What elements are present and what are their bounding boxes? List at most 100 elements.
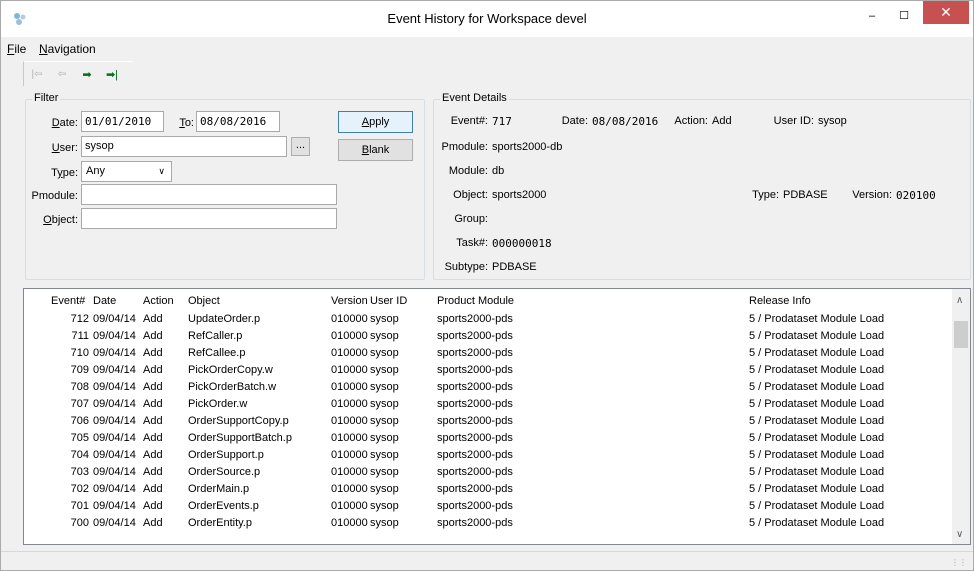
cell-version: 010000 — [331, 517, 368, 529]
minimize-button[interactable]: – — [855, 1, 889, 30]
cell-user-id: sysop — [370, 398, 399, 410]
menu-navigation[interactable]: Navigation — [39, 42, 96, 56]
col-header-release-info[interactable]: Release Info — [749, 295, 811, 307]
last-record-button[interactable]: ➡| — [104, 67, 120, 81]
cell-version: 010000 — [331, 432, 368, 444]
object-field[interactable] — [81, 208, 337, 229]
cell-user-id: sysop — [370, 466, 399, 478]
col-header-user-id[interactable]: User ID — [370, 295, 407, 307]
pmodule-detail-label: Pmodule: — [441, 141, 488, 153]
cell-product-module: sports2000-pds — [437, 483, 513, 495]
table-row[interactable]: 702 09/04/14 Add OrderMain.p 010000 sysop spor… — [24, 483, 949, 500]
cell-action: Add — [143, 381, 163, 393]
col-header-event[interactable]: Event# — [51, 295, 85, 307]
scroll-up-icon[interactable]: ∧ — [956, 295, 963, 306]
close-button[interactable]: ✕ — [923, 1, 969, 24]
cell-version: 010000 — [331, 364, 368, 376]
date-from-field[interactable]: 01/01/2010 — [81, 111, 164, 132]
table-row[interactable]: 703 09/04/14 Add OrderSource.p 010000 sysop sp… — [24, 466, 949, 483]
cell-release-info: 5 / Prodataset Module Load — [749, 347, 885, 359]
object-detail-label: Object: — [453, 189, 488, 201]
table-row[interactable]: 705 09/04/14 Add OrderSupportBatch.p 010000 s… — [24, 432, 949, 449]
table-row[interactable]: 711 09/04/14 Add RefCaller.p 010000 sysop spor… — [24, 330, 949, 347]
cell-action: Add — [143, 517, 163, 529]
cell-object: OrderSource.p — [188, 466, 261, 478]
event-number-value: 717 — [492, 115, 512, 128]
cell-event: 704 — [70, 449, 89, 461]
table-row[interactable]: 700 09/04/14 Add OrderEntity.p 010000 sysop sp… — [24, 517, 949, 534]
version-value: 020100 — [896, 189, 936, 202]
subtype-value: PDBASE — [492, 261, 537, 273]
cell-product-module: sports2000-pds — [437, 330, 513, 342]
pmodule-field[interactable] — [81, 184, 337, 205]
table-row[interactable]: 701 09/04/14 Add OrderEvents.p 010000 sysop sp… — [24, 500, 949, 517]
cell-object: OrderSupportBatch.p — [188, 432, 292, 444]
table-row[interactable]: 710 09/04/14 Add RefCallee.p 010000 sysop spor… — [24, 347, 949, 364]
cell-product-module: sports2000-pds — [437, 449, 513, 461]
cell-date: 09/04/14 — [93, 381, 136, 393]
menu-file[interactable]: File — [7, 42, 26, 56]
filter-group-label: Filter — [32, 92, 61, 104]
first-icon: |⇦ — [31, 68, 43, 80]
cell-product-module: sports2000-pds — [437, 398, 513, 410]
event-list[interactable]: Event# Date Action Object Version User I… — [23, 288, 971, 545]
cell-user-id: sysop — [370, 415, 399, 427]
task-number-value: 000000018 — [492, 237, 552, 250]
scroll-down-icon[interactable]: ∨ — [956, 529, 963, 540]
col-header-object[interactable]: Object — [188, 295, 220, 307]
cell-version: 010000 — [331, 466, 368, 478]
type-select[interactable]: Any ∨ — [81, 161, 172, 182]
next-record-button[interactable]: ➡ — [79, 67, 95, 81]
table-row[interactable]: 706 09/04/14 Add OrderSupportCopy.p 010000 sy… — [24, 415, 949, 432]
cell-object: UpdateOrder.p — [188, 313, 261, 325]
col-header-date[interactable]: Date — [93, 295, 116, 307]
cell-product-module: sports2000-pds — [437, 432, 513, 444]
type-label: Type: — [51, 167, 78, 179]
cell-action: Add — [143, 483, 163, 495]
cell-user-id: sysop — [370, 330, 399, 342]
date-to-field[interactable]: 08/08/2016 — [196, 111, 280, 132]
previous-record-button[interactable]: ⇦ — [54, 67, 70, 81]
table-row[interactable]: 709 09/04/14 Add PickOrderCopy.w 010000 sysop… — [24, 364, 949, 381]
cell-date: 09/04/14 — [93, 500, 136, 512]
cell-event: 709 — [70, 364, 89, 376]
cell-object: PickOrderBatch.w — [188, 381, 277, 393]
cell-action: Add — [143, 415, 163, 427]
cell-action: Add — [143, 364, 163, 376]
user-label: User: — [51, 142, 78, 154]
table-row[interactable]: 704 09/04/14 Add OrderSupport.p 010000 sysop s… — [24, 449, 949, 466]
maximize-button[interactable]: ☐ — [887, 1, 921, 30]
blank-button[interactable]: Blank — [338, 139, 413, 161]
cell-date: 09/04/14 — [93, 330, 136, 342]
user-field[interactable]: sysop — [81, 136, 287, 157]
cell-release-info: 5 / Prodataset Module Load — [749, 364, 885, 376]
col-header-action[interactable]: Action — [143, 295, 174, 307]
cell-release-info: 5 / Prodataset Module Load — [749, 483, 885, 495]
first-record-button[interactable]: |⇦ — [29, 67, 45, 81]
user-browse-button[interactable]: ... — [291, 137, 310, 156]
cell-user-id: sysop — [370, 432, 399, 444]
cell-user-id: sysop — [370, 449, 399, 461]
cell-product-module: sports2000-pds — [437, 381, 513, 393]
type-detail-value: PDBASE — [783, 189, 828, 201]
cell-user-id: sysop — [370, 517, 399, 529]
apply-button[interactable]: Apply — [338, 111, 413, 133]
cell-object: RefCaller.p — [188, 330, 243, 342]
table-row[interactable]: 707 09/04/14 Add PickOrder.w 010000 sysop spor… — [24, 398, 949, 415]
cell-event: 702 — [70, 483, 89, 495]
col-header-product-module[interactable]: Product Module — [437, 295, 514, 307]
resize-grip-icon[interactable]: ⋮⋮ — [951, 558, 967, 567]
table-row[interactable]: 708 09/04/14 Add PickOrderBatch.w 010000 syso… — [24, 381, 949, 398]
cell-action: Add — [143, 313, 163, 325]
cell-release-info: 5 / Prodataset Module Load — [749, 466, 885, 478]
cell-version: 010000 — [331, 415, 368, 427]
scroll-thumb[interactable] — [954, 321, 968, 348]
table-row[interactable]: 712 09/04/14 Add UpdateOrder.p 010000 sysop sp… — [24, 313, 949, 330]
event-number-label: Event#: — [450, 115, 488, 127]
col-header-version[interactable]: Version — [331, 295, 368, 307]
cell-action: Add — [143, 347, 163, 359]
filter-group: Filter Date: 01/01/2010 To: 08/08/2016 U… — [25, 92, 425, 280]
cell-object: OrderSupport.p — [188, 449, 264, 461]
cell-event: 701 — [70, 500, 89, 512]
vertical-scrollbar[interactable]: ∧ ∨ — [952, 289, 970, 544]
